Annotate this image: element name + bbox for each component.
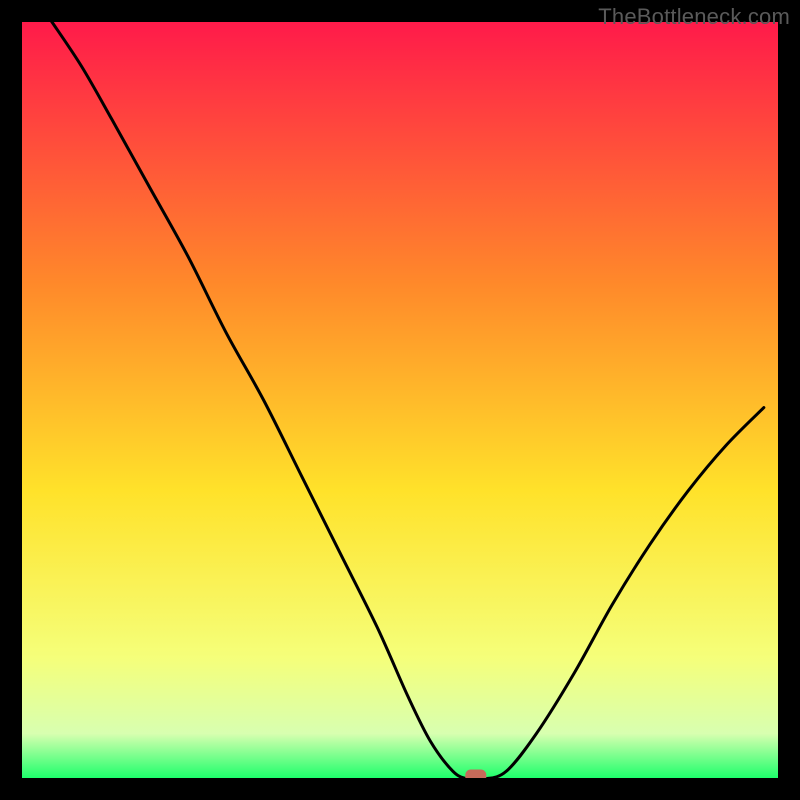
optimum-marker — [466, 770, 486, 779]
gradient-background — [21, 21, 779, 779]
plot-area — [21, 21, 779, 779]
chart-container: TheBottleneck.com — [0, 0, 800, 800]
plot-svg — [21, 21, 779, 779]
watermark-text: TheBottleneck.com — [598, 4, 790, 30]
